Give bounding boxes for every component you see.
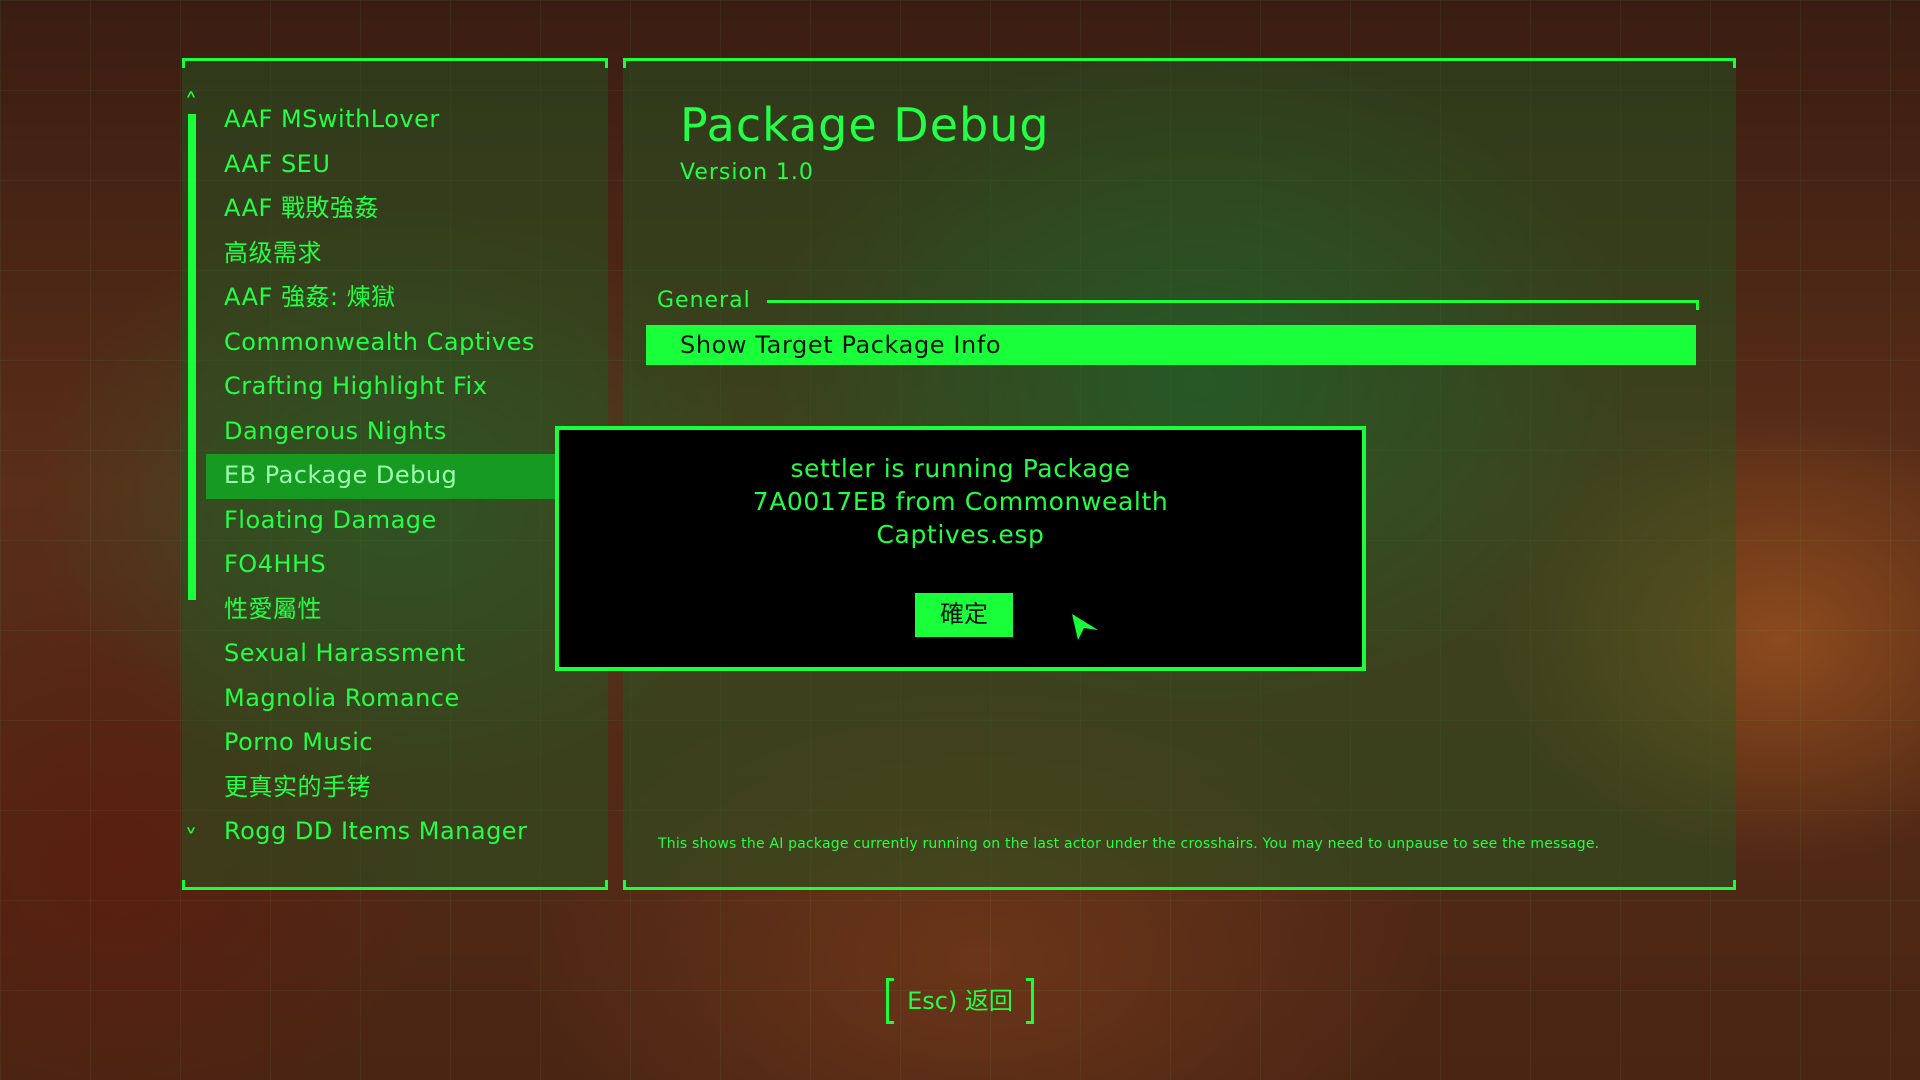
section-title: General	[657, 288, 751, 313]
chevron-down-icon[interactable]: ˅	[178, 827, 204, 853]
section-divider	[767, 300, 1699, 303]
dialog-message-line: settler is running Package	[790, 454, 1131, 483]
dialog-message-line: 7A0017EB from Commonwealth	[752, 487, 1169, 516]
mod-list-item[interactable]: 更真实的手铐	[206, 766, 556, 811]
mod-list-item[interactable]: Sexual Harassment	[206, 632, 556, 677]
section-header: General	[657, 288, 1699, 314]
mod-list-scrollbar[interactable]	[188, 114, 196, 600]
confirm-button[interactable]: 確定	[915, 593, 1013, 637]
mod-list-item[interactable]: Commonwealth Captives	[206, 321, 556, 366]
page-title: Package Debug	[680, 98, 1050, 152]
mod-list-item[interactable]: Magnolia Romance	[206, 677, 556, 722]
cursor-arrow-icon	[1072, 614, 1098, 640]
version-label: Version 1.0	[680, 160, 814, 185]
message-dialog: settler is running Package 7A0017EB from…	[555, 426, 1366, 671]
dialog-message: settler is running Package 7A0017EB from…	[559, 452, 1362, 551]
mod-list-item-selected[interactable]: EB Package Debug	[206, 454, 556, 499]
mod-list-item[interactable]: AAF SEU	[206, 143, 556, 188]
mod-list: AAF MSwithLover AAF SEU AAF 戰敗強姦 高级需求 AA…	[206, 98, 556, 855]
mod-list-item[interactable]: Dangerous Nights	[206, 410, 556, 455]
mod-list-item[interactable]: 性愛屬性	[206, 588, 556, 633]
help-text: This shows the AI package currently runn…	[658, 836, 1600, 852]
dialog-message-line: Captives.esp	[876, 520, 1045, 549]
mod-list-item[interactable]: Rogg DD Items Manager	[206, 810, 556, 855]
mod-list-item[interactable]: AAF 強姦: 煉獄	[206, 276, 556, 321]
mod-list-item[interactable]: 高级需求	[206, 232, 556, 277]
back-button[interactable]: Esc) 返回	[886, 978, 1034, 1024]
mod-list-item[interactable]: Porno Music	[206, 721, 556, 766]
mod-list-item[interactable]: Floating Damage	[206, 499, 556, 544]
show-target-package-info-option[interactable]: Show Target Package Info	[646, 325, 1696, 365]
mod-list-item[interactable]: FO4HHS	[206, 543, 556, 588]
back-button-label: Esc) 返回	[907, 987, 1013, 1015]
mod-list-item[interactable]: AAF 戰敗強姦	[206, 187, 556, 232]
mod-list-item[interactable]: AAF MSwithLover	[206, 98, 556, 143]
mod-list-item[interactable]: Crafting Highlight Fix	[206, 365, 556, 410]
chevron-up-icon[interactable]: ˄	[178, 91, 204, 117]
